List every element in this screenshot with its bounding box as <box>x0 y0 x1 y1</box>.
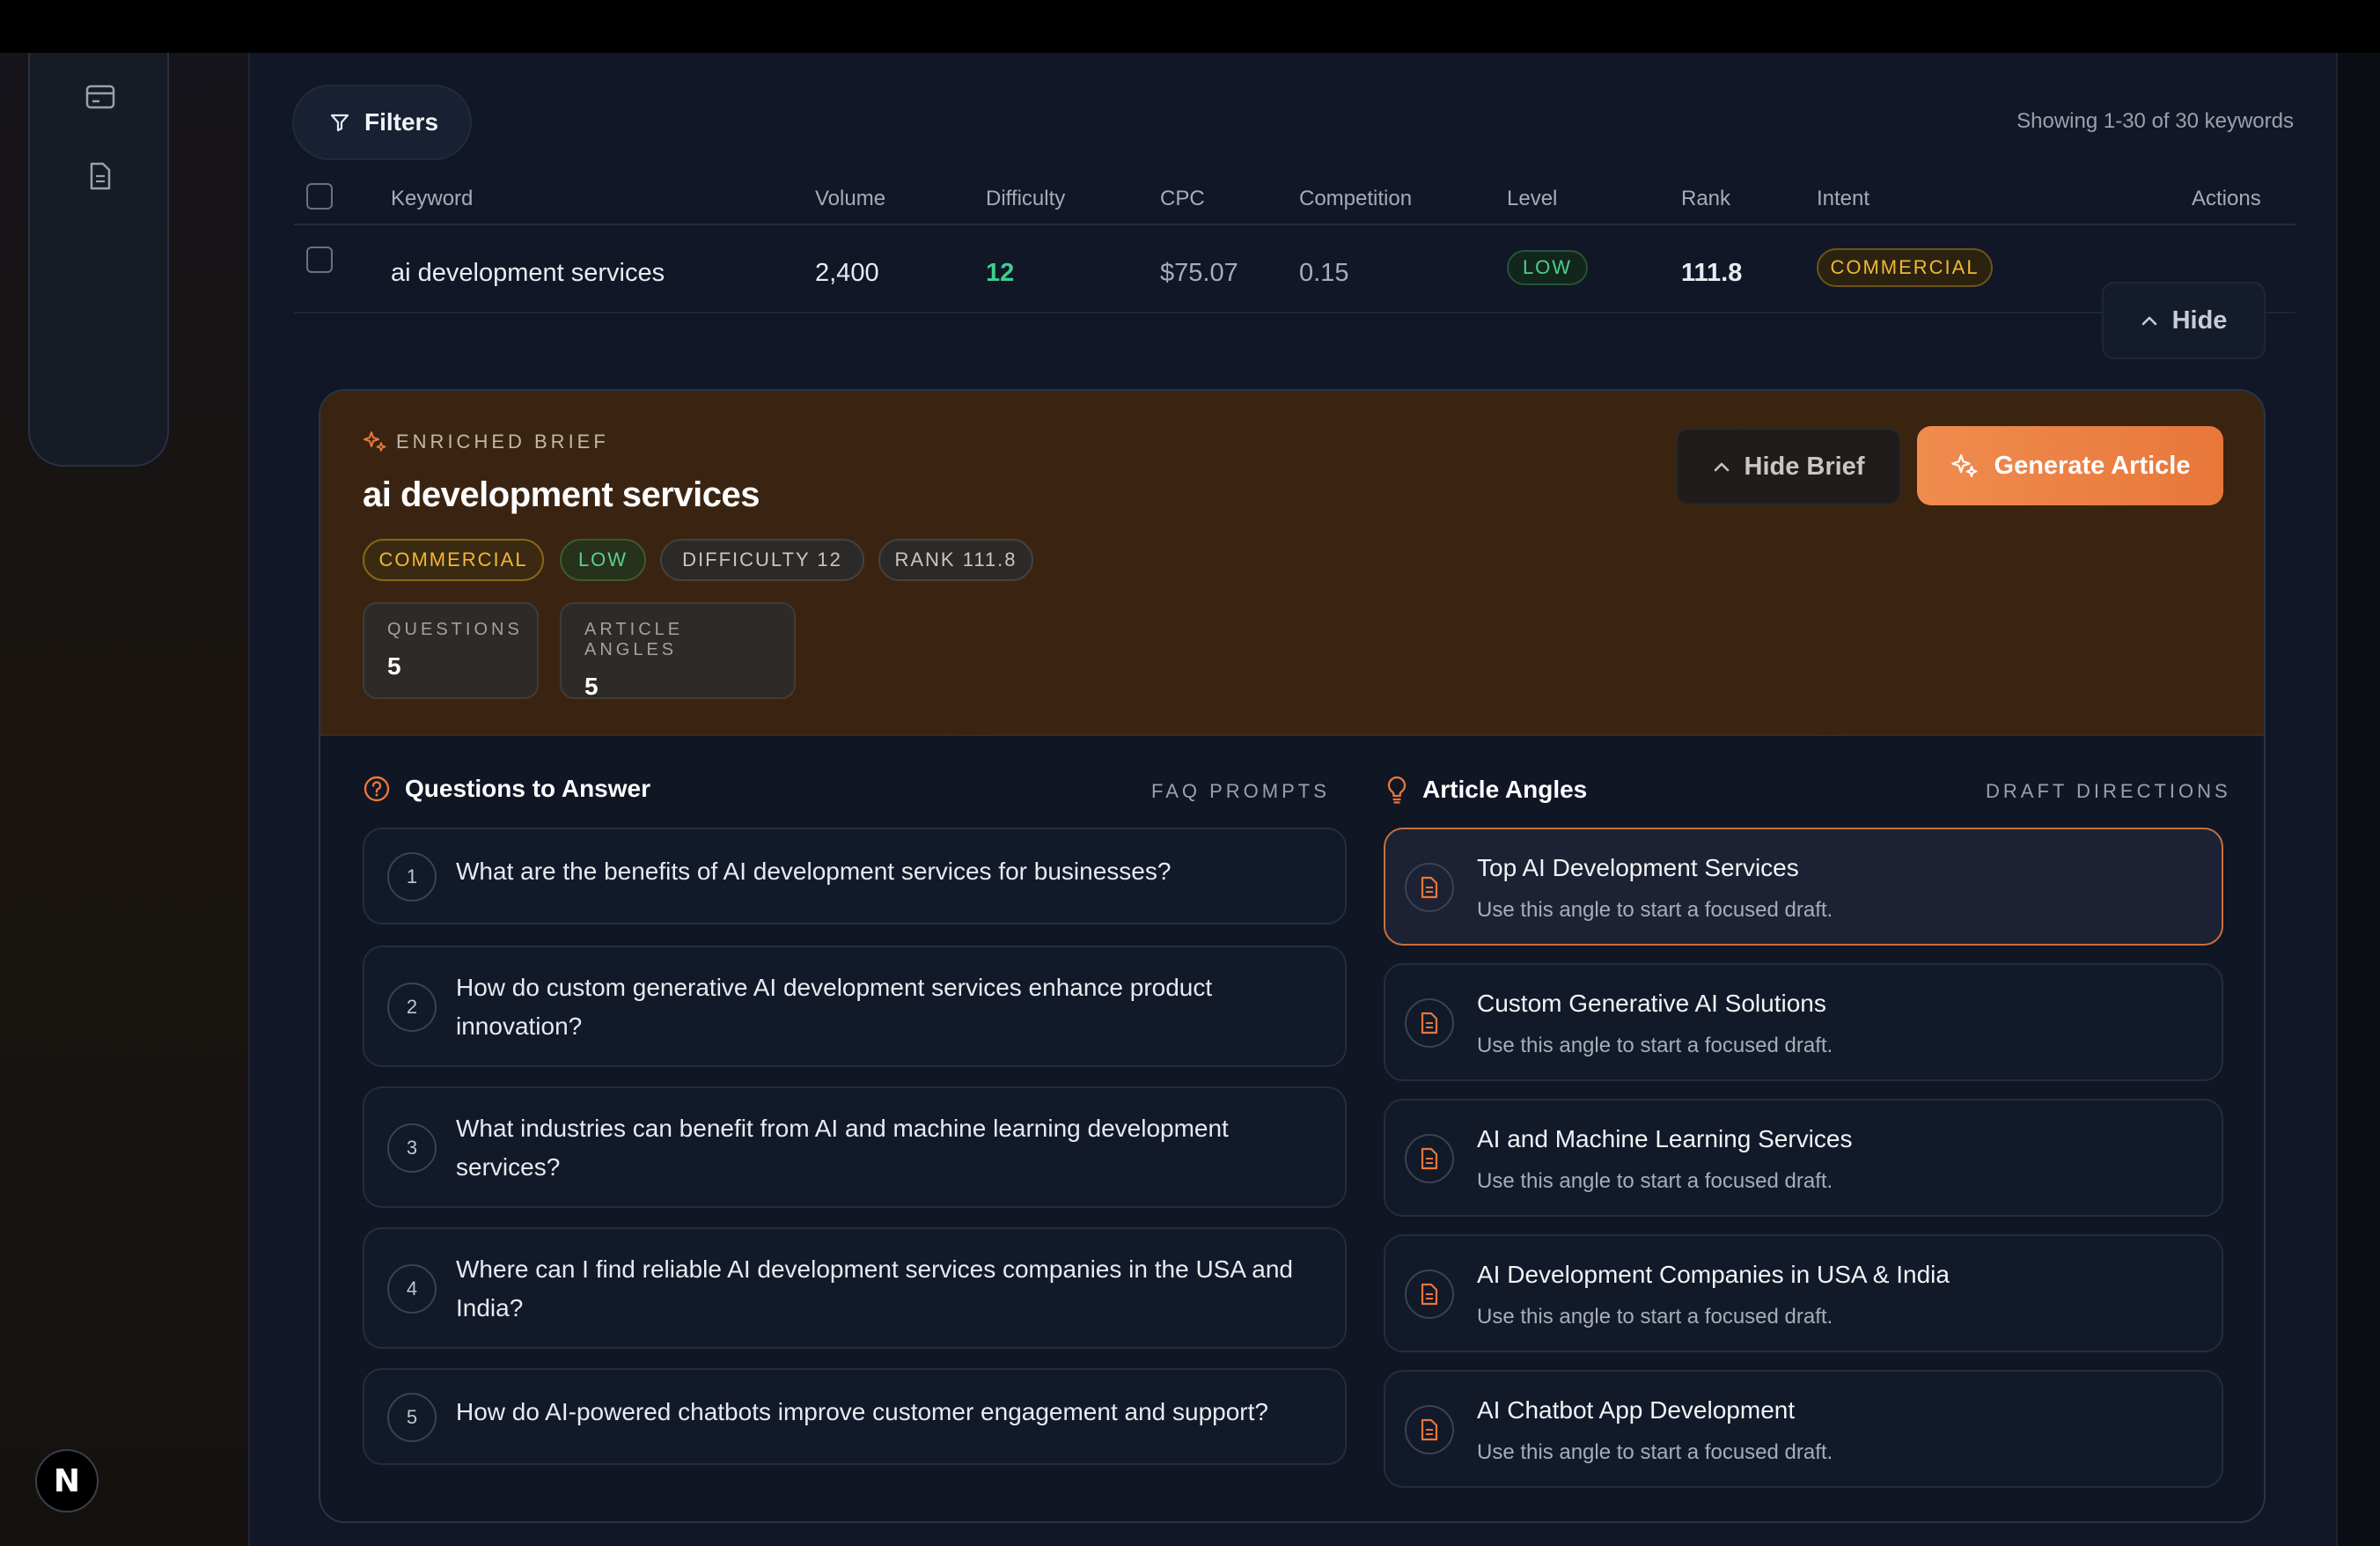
level-badge: LOW <box>1507 250 1588 285</box>
document-icon <box>1405 1134 1454 1183</box>
brief-eyebrow-label: ENRICHED BRIEF <box>396 431 609 453</box>
stat-angles: ARTICLE ANGLES 5 <box>560 602 796 700</box>
question-number: 1 <box>387 852 437 902</box>
question-card[interactable]: 4 Where can I find reliable AI developme… <box>363 1227 1347 1349</box>
brief-eyebrow: ENRICHED BRIEF <box>363 430 609 454</box>
angle-card[interactable]: Top AI Development Services Use this ang… <box>1384 828 2223 946</box>
header-difficulty[interactable]: Difficulty <box>986 187 1065 211</box>
question-card[interactable]: 3 What industries can benefit from AI an… <box>363 1086 1347 1208</box>
intent-badge: COMMERCIAL <box>1817 248 1993 287</box>
generate-article-label: Generate Article <box>1994 451 2191 480</box>
question-card[interactable]: 1 What are the benefits of AI developmen… <box>363 828 1347 924</box>
brief-title: ai development services <box>363 475 760 514</box>
document-icon <box>1405 1405 1454 1454</box>
document-icon <box>1405 863 1454 912</box>
sparkle-icon <box>1950 453 1977 477</box>
competition-cell: 0.15 <box>1299 259 1349 287</box>
header-keyword[interactable]: Keyword <box>391 187 473 211</box>
row-checkbox[interactable] <box>306 247 333 273</box>
stat-angles-value: 5 <box>584 673 599 700</box>
question-circle-icon <box>364 776 390 802</box>
angle-title: Top AI Development Services <box>1477 854 1799 881</box>
filter-icon <box>330 114 349 132</box>
select-all-checkbox[interactable] <box>306 183 333 210</box>
header-actions: Actions <box>2192 187 2261 210</box>
question-text: Where can I find reliable AI development… <box>456 1255 1293 1321</box>
table-row[interactable]: ai development services 2,400 12 $75.07 … <box>294 225 2296 313</box>
volume-cell: 2,400 <box>815 259 879 287</box>
question-number: 4 <box>387 1264 437 1314</box>
n-badge[interactable]: N <box>35 1449 99 1513</box>
generate-article-button[interactable]: Generate Article <box>1917 426 2223 505</box>
difficulty-cell: 12 <box>986 259 1015 287</box>
question-number: 2 <box>387 983 437 1032</box>
question-text: How do AI-powered chatbots improve custo… <box>456 1398 1268 1425</box>
showing-count: Showing 1-30 of 30 keywords <box>2016 109 2294 133</box>
question-text: What are the benefits of AI development … <box>456 858 1172 885</box>
chip-intent: COMMERCIAL <box>363 539 544 581</box>
lightbulb-icon <box>1387 776 1407 804</box>
question-text: How do custom generative AI development … <box>456 974 1213 1040</box>
document-icon <box>1405 1270 1454 1319</box>
angle-title: AI Development Companies in USA & India <box>1477 1261 1950 1288</box>
question-card[interactable]: 5 How do AI-powered chatbots improve cus… <box>363 1368 1347 1465</box>
question-text: What industries can benefit from AI and … <box>456 1115 1229 1181</box>
filters-button[interactable]: Filters <box>292 85 472 160</box>
stat-questions-value: 5 <box>387 652 401 680</box>
faq-prompts-tag: FAQ PROMPTS <box>1151 780 1330 802</box>
angle-card[interactable]: AI Development Companies in USA & India … <box>1384 1234 2223 1352</box>
header-level[interactable]: Level <box>1507 187 1557 211</box>
card-icon[interactable] <box>79 76 121 118</box>
question-number: 3 <box>387 1123 437 1173</box>
chip-level: LOW <box>560 539 646 581</box>
angles-heading: Article Angles <box>1385 775 1587 805</box>
questions-heading: Questions to Answer <box>363 775 650 803</box>
angle-subtitle: Use this angle to start a focused draft. <box>1477 1034 1833 1057</box>
angle-card[interactable]: AI Chatbot App Development Use this angl… <box>1384 1370 2223 1488</box>
question-number: 5 <box>387 1393 437 1442</box>
angle-card[interactable]: Custom Generative AI Solutions Use this … <box>1384 963 2223 1081</box>
angle-title: AI Chatbot App Development <box>1477 1396 1796 1424</box>
header-cpc[interactable]: CPC <box>1160 187 1205 211</box>
sidebar-rail <box>28 53 169 467</box>
angle-title: AI and Machine Learning Services <box>1477 1125 1853 1152</box>
angle-subtitle: Use this angle to start a focused draft. <box>1477 898 1833 922</box>
questions-title: Questions to Answer <box>405 775 651 802</box>
angle-card[interactable]: AI and Machine Learning Services Use thi… <box>1384 1099 2223 1217</box>
enriched-brief-panel: ENRICHED BRIEF ai development services C… <box>319 389 2266 1523</box>
cpc-cell: $75.07 <box>1160 259 1238 287</box>
angles-title: Article Angles <box>1422 776 1588 803</box>
keyword-cell: ai development services <box>391 259 665 287</box>
chevron-up-icon <box>2141 316 2156 326</box>
header-rank[interactable]: Rank <box>1681 187 1730 211</box>
angle-subtitle: Use this angle to start a focused draft. <box>1477 1305 1833 1329</box>
hide-row-button[interactable]: Hide <box>2102 282 2266 359</box>
question-card[interactable]: 2 How do custom generative AI developmen… <box>363 946 1347 1067</box>
header-intent[interactable]: Intent <box>1817 187 1869 211</box>
table-header: Keyword Volume Difficulty CPC Competitio… <box>294 167 2296 225</box>
hide-row-label: Hide <box>2171 306 2228 335</box>
draft-directions-tag: DRAFT DIRECTIONS <box>1986 780 2231 802</box>
right-strip <box>2338 53 2380 1546</box>
header-competition[interactable]: Competition <box>1299 187 1412 211</box>
chevron-up-icon <box>1714 462 1729 472</box>
hide-brief-button[interactable]: Hide Brief <box>1676 428 1901 505</box>
stat-questions: QUESTIONS 5 <box>363 602 539 699</box>
document-icon <box>1405 998 1454 1048</box>
sparkle-icon <box>364 431 386 452</box>
stat-questions-label: QUESTIONS <box>387 620 523 639</box>
angle-subtitle: Use this angle to start a focused draft. <box>1477 1169 1833 1193</box>
brief-header: ENRICHED BRIEF ai development services C… <box>320 391 2264 736</box>
stat-angles-label: ARTICLE ANGLES <box>584 620 684 659</box>
header-volume[interactable]: Volume <box>815 187 885 211</box>
rank-cell: 111.8 <box>1681 259 1743 287</box>
angle-subtitle: Use this angle to start a focused draft. <box>1477 1440 1833 1464</box>
filters-label: Filters <box>364 108 439 136</box>
chip-rank: RANK 111.8 <box>878 539 1033 581</box>
document-icon[interactable] <box>79 155 121 197</box>
hide-brief-label: Hide Brief <box>1744 452 1865 481</box>
chip-difficulty: DIFFICULTY 12 <box>660 539 864 581</box>
top-bar <box>0 0 2380 53</box>
angle-title: Custom Generative AI Solutions <box>1477 990 1826 1017</box>
